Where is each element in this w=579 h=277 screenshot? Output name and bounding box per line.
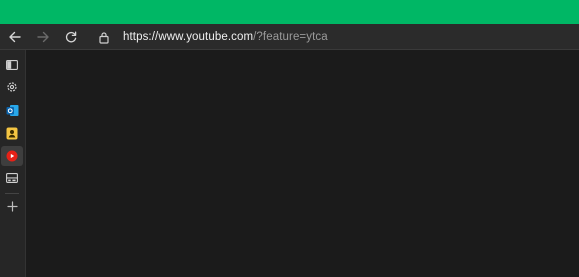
sidebar-divider: [5, 193, 19, 194]
plus-icon: [6, 200, 18, 212]
arrow-right-icon: [37, 31, 49, 43]
url-domain: https://www.youtube.com: [123, 31, 254, 43]
sidebar-item-youtube[interactable]: [1, 146, 23, 166]
sidebar-add-button[interactable]: [1, 196, 23, 216]
url-path: /?feature=ytca: [253, 31, 328, 43]
back-button[interactable]: [4, 26, 26, 48]
page-content[interactable]: [26, 50, 579, 277]
title-bar: [0, 0, 579, 24]
url-text[interactable]: https://www.youtube.com/?feature=ytca: [123, 31, 328, 43]
sidebar-item-contacts[interactable]: [1, 123, 23, 143]
refresh-icon: [65, 31, 77, 43]
sidebar: [0, 50, 26, 277]
sidebar-item-tabs[interactable]: [1, 55, 23, 75]
arrow-left-icon: [9, 31, 21, 43]
lock-icon[interactable]: [97, 30, 111, 44]
tab-icon: [6, 60, 18, 70]
forward-button[interactable]: [32, 26, 54, 48]
youtube-icon: [6, 150, 18, 162]
refresh-button[interactable]: [60, 26, 82, 48]
outlook-icon: [6, 104, 18, 116]
media-icon: [6, 173, 18, 183]
sidebar-item-settings[interactable]: [1, 77, 23, 97]
gear-icon: [7, 82, 17, 92]
address-bar[interactable]: https://www.youtube.com/?feature=ytca: [92, 25, 579, 49]
contacts-icon: [6, 127, 18, 139]
sidebar-item-media[interactable]: [1, 168, 23, 188]
sidebar-item-outlook[interactable]: [1, 100, 23, 120]
navigation-bar: https://www.youtube.com/?feature=ytca: [0, 24, 579, 50]
